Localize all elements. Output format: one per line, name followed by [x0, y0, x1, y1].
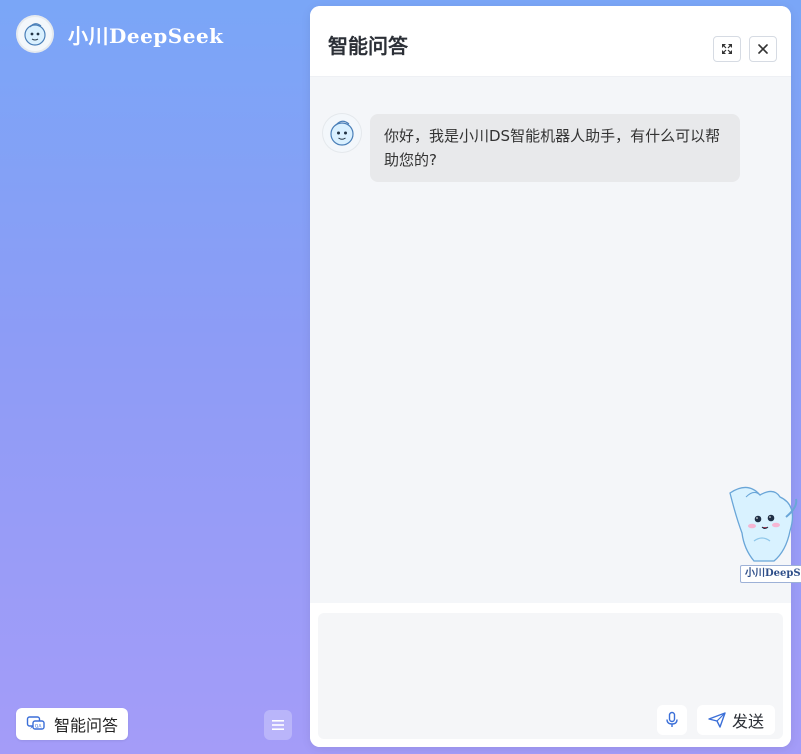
- close-icon: [758, 44, 768, 54]
- nav-item-label: 智能问答: [54, 716, 119, 735]
- message-list: 你好，我是小川DS智能机器人助手，有什么可以帮助您的?: [310, 77, 791, 603]
- close-button[interactable]: [749, 36, 777, 62]
- brand-title: 小川DeepSeek: [68, 23, 224, 48]
- message-input[interactable]: [318, 613, 783, 693]
- mascot-label: 小川DeepSeek: [740, 565, 801, 583]
- header-actions: [713, 36, 777, 62]
- brand: 小川DeepSeek: [16, 14, 224, 54]
- composer: 发送: [310, 603, 791, 747]
- assistant-message: 你好，我是小川DS智能机器人助手，有什么可以帮助您的?: [322, 113, 740, 182]
- send-button[interactable]: 发送: [697, 705, 775, 735]
- floating-mascot[interactable]: 小川DeepSeek: [724, 483, 801, 587]
- voice-input-button[interactable]: [657, 705, 687, 735]
- message-bubble: 你好，我是小川DS智能机器人助手，有什么可以帮助您的?: [370, 114, 740, 182]
- assistant-avatar: [322, 113, 362, 153]
- microphone-icon: [666, 711, 678, 727]
- mascot-avatar-icon: [330, 120, 354, 146]
- send-label: 发送: [731, 712, 764, 731]
- send-plane-icon: [708, 712, 726, 728]
- mascot-icon: [729, 486, 798, 562]
- chat-title: 智能问答: [328, 34, 408, 58]
- message-input-box: 发送: [318, 613, 783, 739]
- mascot-avatar-icon: [24, 23, 46, 46]
- hamburger-menu-icon: [272, 720, 284, 730]
- expand-button[interactable]: [713, 36, 741, 62]
- chat-panel: 智能问答 你好，我是小川DS智能机器人助手，有什么可以帮助您的? 发送: [310, 6, 791, 747]
- svg-text:QA: QA: [35, 723, 43, 729]
- qa-chat-icon: QA: [26, 714, 46, 734]
- brand-logo: [16, 15, 54, 53]
- chat-header: 智能问答: [310, 6, 791, 77]
- expand-icon: [722, 44, 732, 54]
- nav-item-smart-qa[interactable]: QA 智能问答: [16, 708, 129, 740]
- hamburger-menu-button[interactable]: [264, 710, 292, 740]
